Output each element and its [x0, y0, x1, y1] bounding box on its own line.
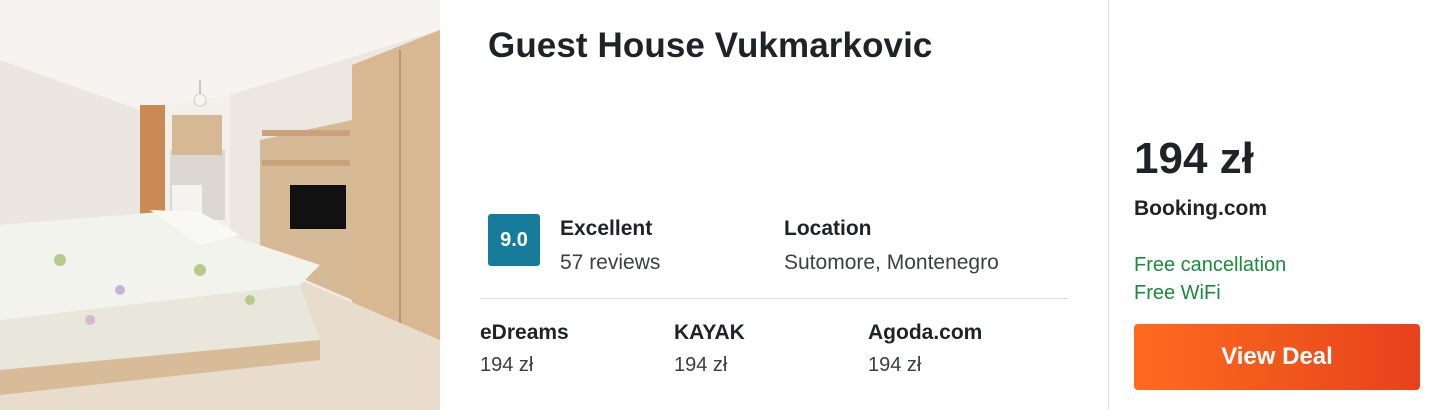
provider-name: Agoda.com [868, 321, 983, 344]
location-value: Sutomore, Montenegro [784, 251, 999, 274]
provider-name: eDreams [480, 321, 569, 344]
provider-option-kayak[interactable]: KAYAK 194 zł [674, 321, 745, 377]
provider-option-agoda[interactable]: Agoda.com 194 zł [868, 321, 982, 377]
hotel-result-card: Guest House Vukmarkovic 9.0 Excellent 57… [0, 0, 1432, 410]
provider-price: 194 zł [674, 354, 728, 376]
section-divider [480, 298, 1068, 299]
best-price-provider: Booking.com [1134, 197, 1268, 220]
view-deal-button[interactable]: View Deal [1134, 324, 1420, 390]
best-price: 194 zł [1134, 134, 1254, 183]
feature-free-wifi: Free WiFi [1134, 282, 1221, 304]
provider-option-edreams[interactable]: eDreams 194 zł [480, 321, 569, 377]
feature-free-cancellation: Free cancellation [1134, 254, 1287, 276]
hotel-name[interactable]: Guest House Vukmarkovic [488, 26, 933, 66]
provider-price: 194 zł [868, 354, 922, 376]
column-separator [1108, 0, 1109, 410]
review-score-badge: 9.0 [488, 214, 540, 266]
review-count[interactable]: 57 reviews [560, 251, 660, 275]
rating-label: Excellent [560, 217, 653, 240]
location-label: Location [784, 217, 872, 240]
provider-price: 194 zł [480, 354, 534, 376]
room-photo-illustration [0, 0, 440, 410]
provider-name: KAYAK [674, 321, 745, 344]
hotel-photo[interactable] [0, 0, 440, 410]
